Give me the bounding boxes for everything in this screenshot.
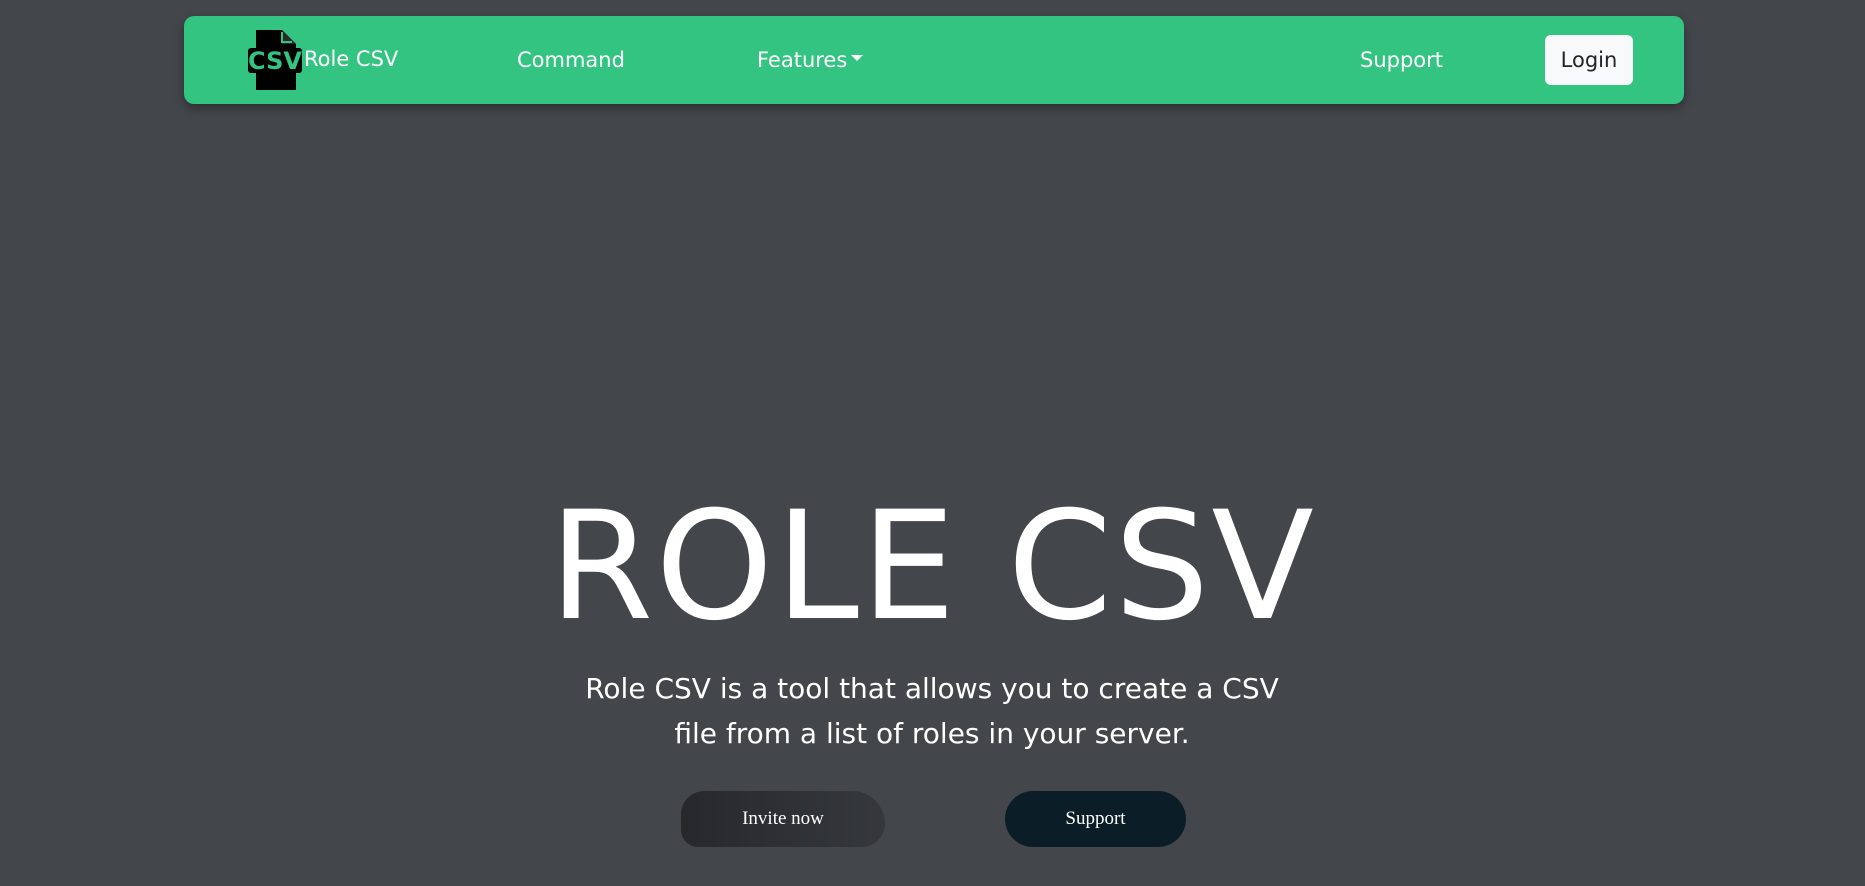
login-button[interactable]: Login [1545,35,1633,85]
hero-title: ROLE CSV [549,480,1316,654]
support-button[interactable]: Support [1005,791,1186,847]
nav-link-features-label: Features [757,48,848,72]
csv-file-icon: CSV [248,30,302,90]
invite-button[interactable]: Invite now [681,791,885,847]
brand-logo-text: CSV [248,47,302,75]
navbar: CSV Role CSV Command Features Support Lo… [184,16,1684,104]
nav-link-support[interactable]: Support [1360,46,1443,74]
nav-link-command-label: Command [517,48,625,72]
caret-down-icon [851,55,864,61]
nav-dropdown-features[interactable]: Features [757,46,864,74]
hero-description: Role CSV is a tool that allows you to cr… [585,672,1279,750]
brand-name: Role CSV [304,47,399,71]
brand-link[interactable]: CSV Role CSV [246,28,398,92]
nav-link-command[interactable]: Command [517,46,625,74]
nav-link-support-label: Support [1360,48,1444,72]
